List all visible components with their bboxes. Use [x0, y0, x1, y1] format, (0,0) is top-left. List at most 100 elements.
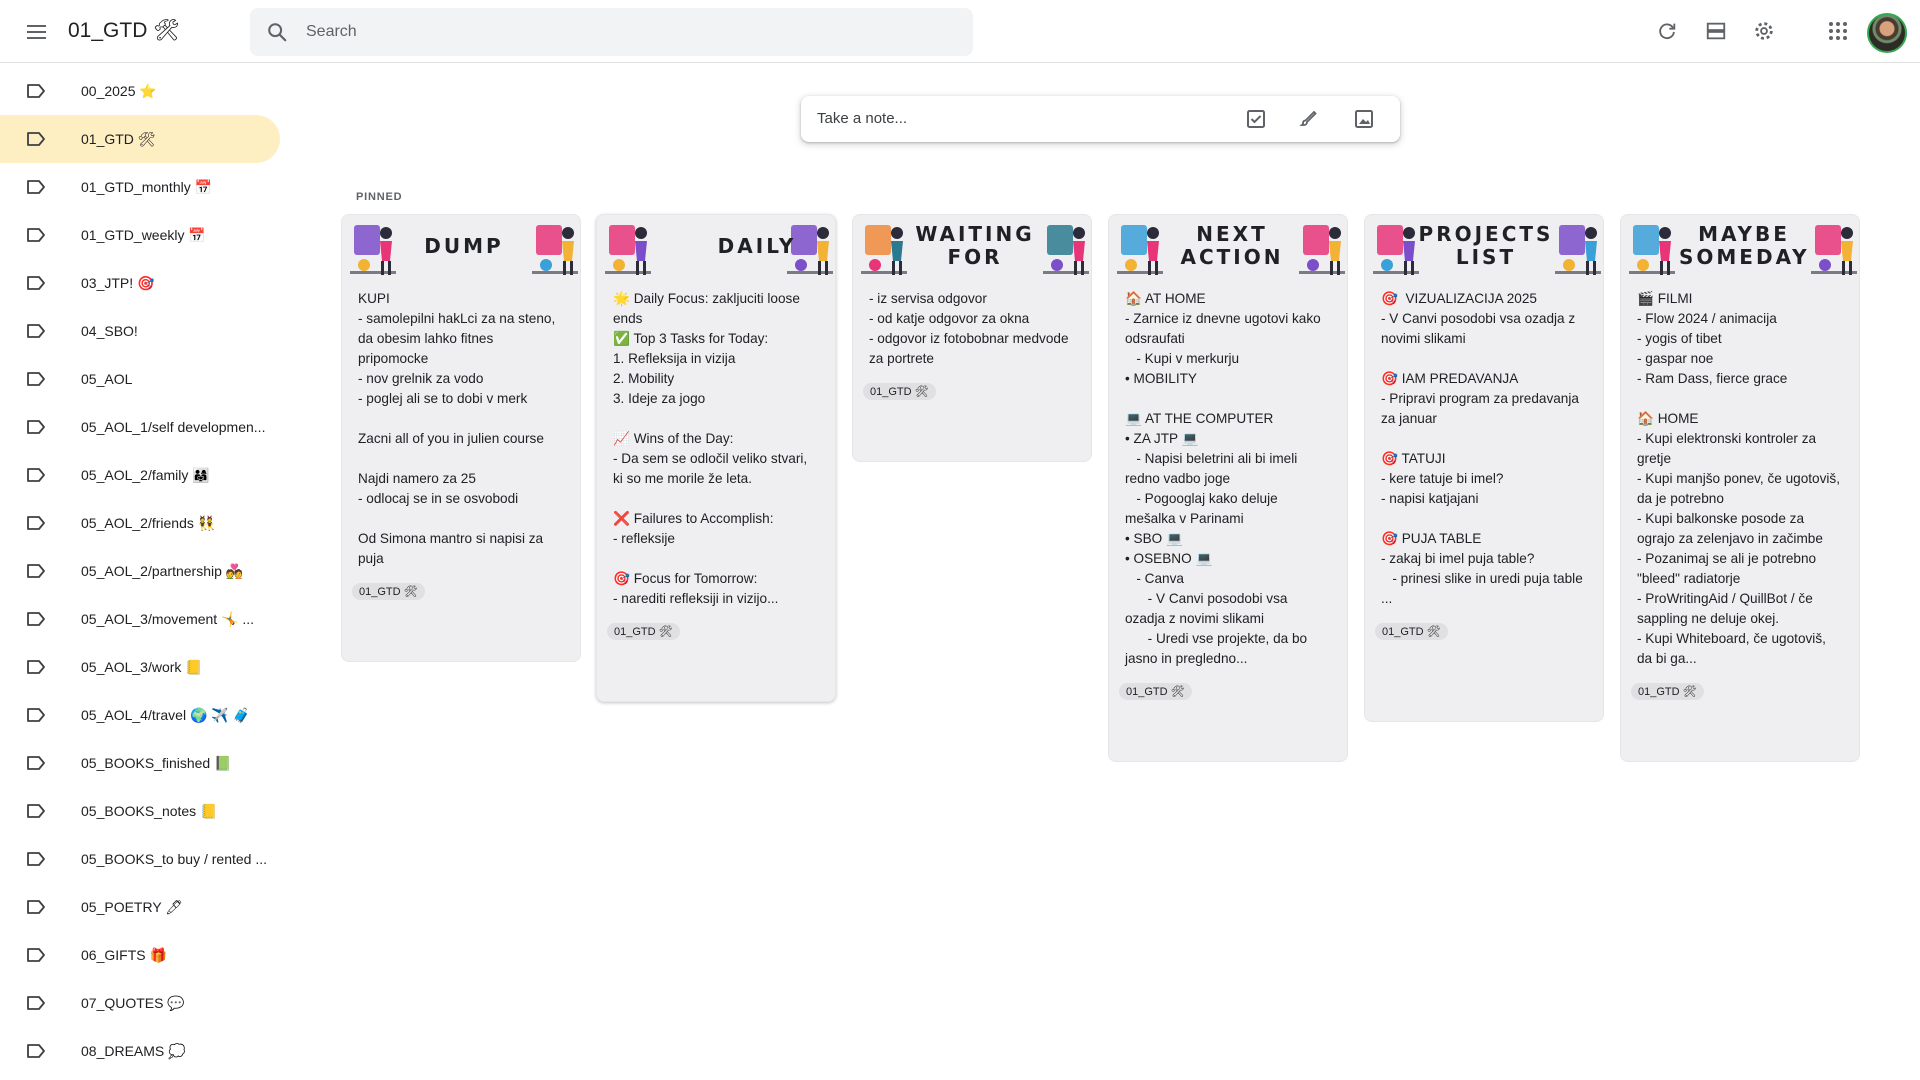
note-banner-title: DAILY	[717, 234, 797, 258]
note-body: KUPI - samolepilni hakLci za na steno, d…	[358, 291, 556, 566]
sidebar-item-label: 08_DREAMS 💭	[81, 1042, 186, 1059]
top-bar: 01_GTD 🛠	[0, 0, 1920, 63]
sidebar-item[interactable]: 05_BOOKS_finished 📗	[0, 739, 280, 787]
search-icon[interactable]	[266, 21, 288, 43]
sidebar-item[interactable]: 06_GIFTS 🎁	[0, 931, 280, 979]
sidebar-item[interactable]: 05_POETRY 🖊	[0, 883, 280, 931]
search-bar[interactable]	[250, 8, 973, 56]
note-banner-title: NEXT ACTION	[1180, 222, 1284, 269]
sidebar-item-label: 01_GTD 🛠	[81, 130, 156, 147]
note-body: 🌟 Daily Focus: zakljuciti loose ends ✅ T…	[613, 291, 808, 606]
sidebar-item-label: 05_POETRY 🖊	[81, 898, 184, 915]
label-icon	[27, 324, 45, 338]
sidebar-item-label: 03_JTP! 🎯	[81, 274, 155, 291]
sidebar-item[interactable]: 08_DREAMS 💭	[0, 1027, 280, 1075]
note-card[interactable]: DAILY 🌟 Daily Focus: zakljuciti loose end…	[596, 214, 836, 702]
sidebar-item[interactable]: 05_AOL_3/work 📒	[0, 643, 280, 691]
sidebar-item-label: 01_GTD_monthly 📅	[81, 178, 213, 195]
sidebar-item[interactable]: 05_AOL_4/travel 🌍 ✈️ 🧳	[0, 691, 280, 739]
sidebar-item-label: 05_BOOKS_notes 📒	[81, 802, 218, 819]
sidebar-item[interactable]: 07_QUOTES 💬	[0, 979, 280, 1027]
label-icon	[27, 516, 45, 530]
note-card[interactable]: NEXT ACTION 🏠 AT HOME - Zarnice iz dnevne…	[1108, 214, 1348, 762]
note-banner-title: DUMP	[424, 234, 504, 258]
note-body: 🏠 AT HOME - Zarnice iz dnevne ugotovi ka…	[1125, 291, 1321, 666]
note-card[interactable]: DUMP KUPI - samolepilni hakLci za na sten…	[341, 214, 581, 662]
note-card[interactable]: PROJECTS LIST 🎯 VIZUALIZACIJA 2025 - V Ca…	[1364, 214, 1604, 722]
brush-icon[interactable]	[1298, 107, 1322, 131]
settings-icon[interactable]	[1748, 15, 1780, 47]
label-icon	[27, 612, 45, 626]
sidebar-item-label: 05_AOL_4/travel 🌍 ✈️ 🧳	[81, 706, 251, 723]
note-banner-title: MAYBE SOMEDAY	[1679, 222, 1810, 269]
sidebar-item-label: 05_BOOKS_to buy / rented ...	[81, 851, 267, 867]
note-label-chip[interactable]: 01_GTD 🛠	[607, 623, 680, 640]
note-label-chip[interactable]: 01_GTD 🛠	[352, 583, 425, 600]
note-label-chip[interactable]: 01_GTD 🛠	[1375, 623, 1448, 640]
sidebar-item-label: 05_AOL_3/work 📒	[81, 658, 203, 675]
sidebar-item[interactable]: 03_JTP! 🎯	[0, 259, 280, 307]
label-icon	[27, 276, 45, 290]
list-view-icon[interactable]	[1700, 15, 1732, 47]
sidebar-item[interactable]: 05_AOL_1/self developmen...	[0, 403, 280, 451]
label-icon	[27, 708, 45, 722]
sidebar-item[interactable]: 05_AOL_2/family 👨‍👩‍👧	[0, 451, 280, 499]
label-icon	[27, 564, 45, 578]
sidebar-item-label: 00_2025 ⭐	[81, 82, 157, 99]
note-banner: DUMP	[342, 215, 580, 279]
take-note-input[interactable]: Take a note...	[817, 110, 907, 127]
sidebar-item[interactable]: 05_AOL_3/movement 🤸 ...	[0, 595, 280, 643]
pinned-section-label: PINNED	[356, 191, 403, 203]
note-body: 🎯 VIZUALIZACIJA 2025 - V Canvi posodobi …	[1381, 291, 1583, 606]
sidebar-item-label: 05_AOL	[81, 371, 133, 387]
label-icon	[27, 996, 45, 1010]
apps-icon[interactable]	[1822, 15, 1854, 47]
label-icon	[27, 420, 45, 434]
note-body: - iz servisa odgovor - od katje odgovor …	[869, 291, 1069, 366]
note-card[interactable]: MAYBE SOMEDAY 🎬 FILMI - Flow 2024 / anima…	[1620, 214, 1860, 762]
label-icon	[27, 804, 45, 818]
label-icon	[27, 948, 45, 962]
label-icon	[27, 132, 45, 146]
note-card[interactable]: WAITING FOR - iz servisa odgovor - od kat…	[852, 214, 1092, 462]
sidebar-item-label: 05_AOL_2/partnership 💑	[81, 562, 244, 579]
label-icon	[27, 228, 45, 242]
sidebar-item[interactable]: 05_BOOKS_notes 📒	[0, 787, 280, 835]
page-title: 01_GTD 🛠	[68, 19, 180, 42]
sidebar-item[interactable]: 00_2025 ⭐	[0, 67, 280, 115]
note-banner: DAILY	[597, 215, 835, 279]
label-icon	[27, 372, 45, 386]
note-label-chip[interactable]: 01_GTD 🛠	[1631, 683, 1704, 700]
label-icon	[27, 900, 45, 914]
image-icon[interactable]	[1352, 107, 1376, 131]
note-label-chip[interactable]: 01_GTD 🛠	[1119, 683, 1192, 700]
sidebar-item[interactable]: 05_AOL_2/friends 👯	[0, 499, 280, 547]
sidebar-item[interactable]: 01_GTD_weekly 📅	[0, 211, 280, 259]
account-avatar[interactable]	[1867, 13, 1907, 53]
label-icon	[27, 180, 45, 194]
take-note-bar[interactable]: Take a note...	[801, 96, 1400, 142]
checkbox-icon[interactable]	[1244, 107, 1268, 131]
note-label-chip[interactable]: 01_GTD 🛠	[863, 383, 936, 400]
sidebar-item[interactable]: 01_GTD_monthly 📅	[0, 163, 280, 211]
sidebar-item-label: 05_AOL_2/family 👨‍👩‍👧	[81, 466, 210, 483]
sidebar-item-label: 05_BOOKS_finished 📗	[81, 754, 232, 771]
sidebar-item-label: 05_AOL_2/friends 👯	[81, 514, 216, 531]
refresh-icon[interactable]	[1651, 15, 1683, 47]
sidebar-item-label: 06_GIFTS 🎁	[81, 946, 167, 963]
sidebar-item[interactable]: 05_AOL	[0, 355, 280, 403]
note-banner: WAITING FOR	[853, 215, 1091, 279]
note-banner: PROJECTS LIST	[1365, 215, 1603, 279]
search-input[interactable]	[306, 8, 946, 56]
label-icon	[27, 468, 45, 482]
label-icon	[27, 660, 45, 674]
menu-icon[interactable]	[21, 17, 51, 47]
label-icon	[27, 1044, 45, 1058]
sidebar-item[interactable]: 05_AOL_2/partnership 💑	[0, 547, 280, 595]
note-body: 🎬 FILMI - Flow 2024 / animacija - yogis …	[1637, 291, 1841, 666]
sidebar-item[interactable]: 01_GTD 🛠	[0, 115, 280, 163]
note-banner-title: WAITING FOR	[915, 222, 1035, 269]
sidebar-item[interactable]: 04_SBO!	[0, 307, 280, 355]
note-banner-title: PROJECTS LIST	[1418, 222, 1554, 269]
sidebar-item[interactable]: 05_BOOKS_to buy / rented ...	[0, 835, 280, 883]
